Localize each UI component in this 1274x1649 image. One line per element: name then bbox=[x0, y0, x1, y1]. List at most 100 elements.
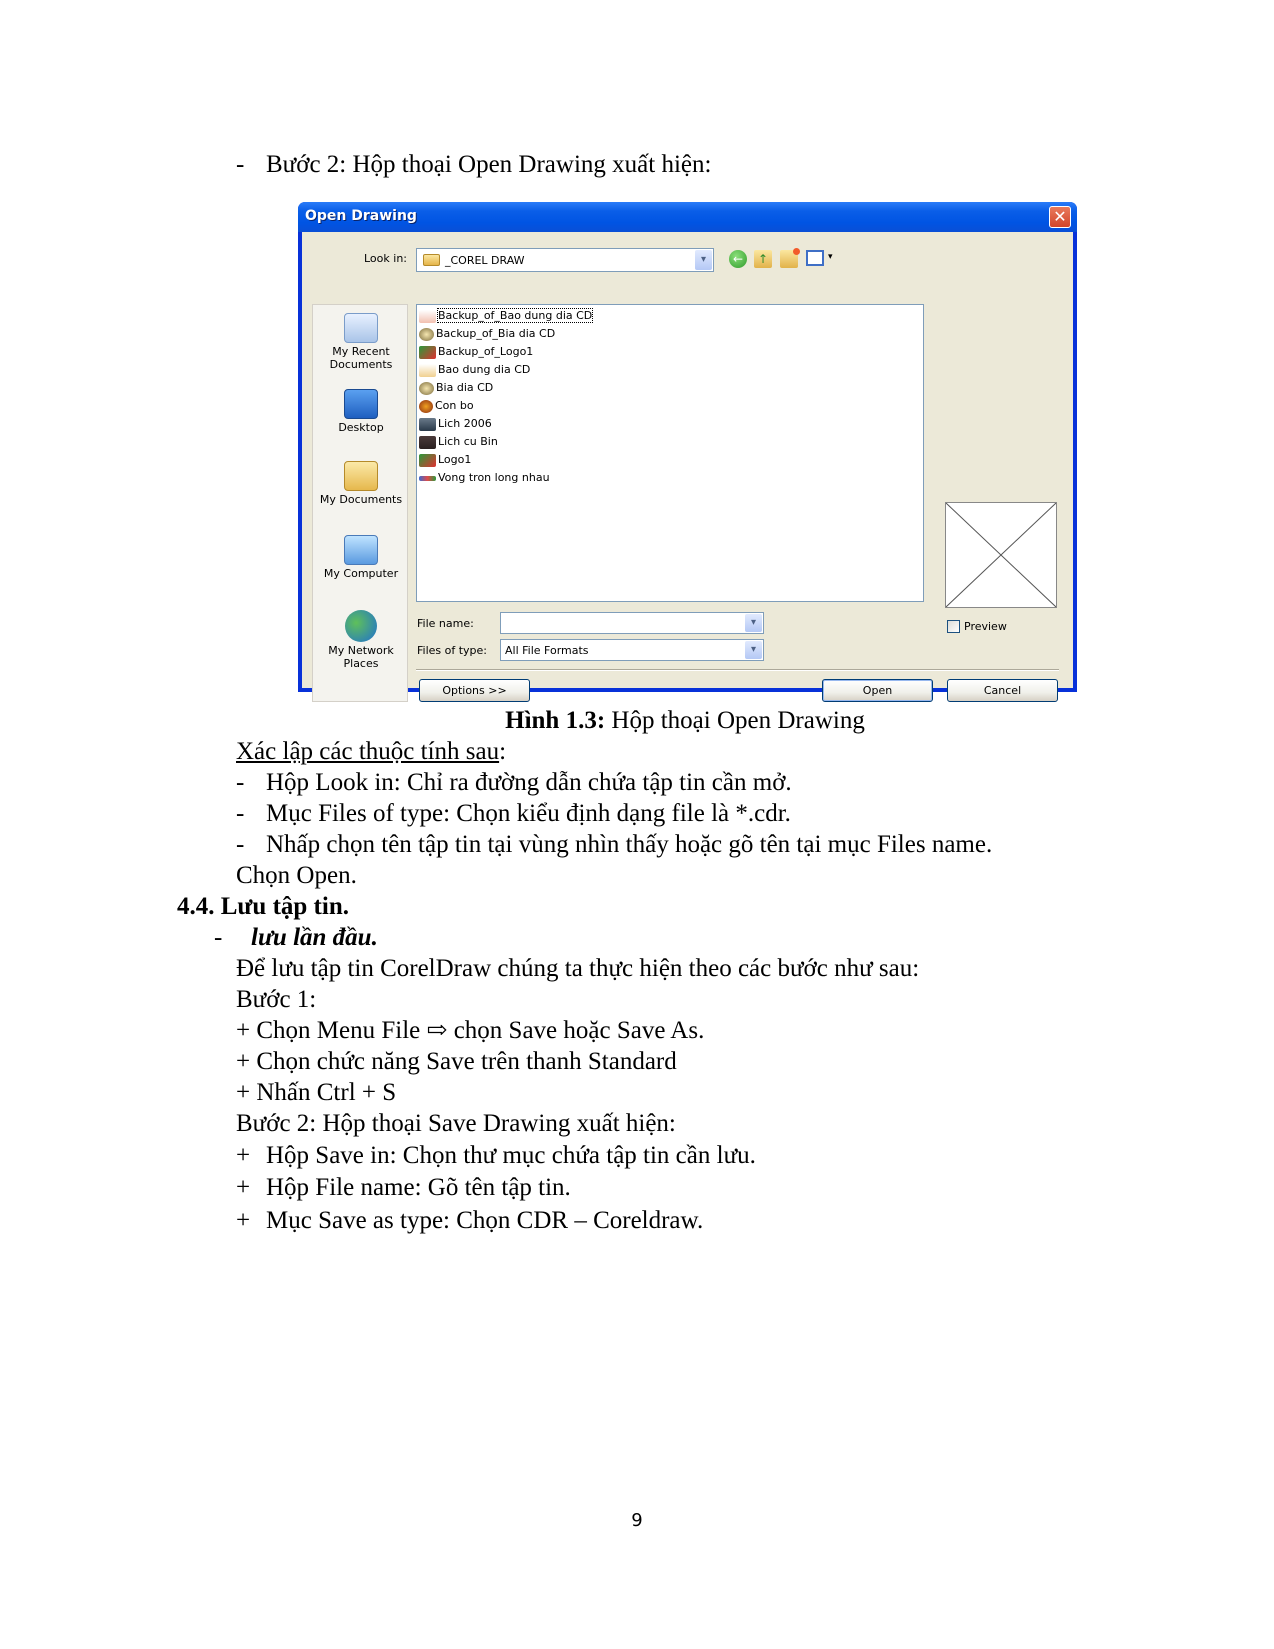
look-in-label: Look in: bbox=[364, 252, 407, 265]
place-label: My Computer bbox=[323, 567, 399, 580]
file-name: Lich cu Bin bbox=[438, 435, 498, 448]
step2-text: Hộp File name: Gõ tên tập tin. bbox=[266, 1174, 571, 1201]
caption-label: Hình 1.3: bbox=[505, 707, 606, 734]
step2-text: Hộp Save in: Chọn thư mục chứa tập tin c… bbox=[266, 1142, 756, 1169]
place-desktop[interactable]: Desktop bbox=[313, 389, 409, 434]
step-2: Bước 2: Hộp thoại Save Drawing xuất hiện… bbox=[236, 1110, 676, 1137]
cdr-file-icon bbox=[419, 475, 436, 481]
bullet-text: Mục Files of type: Chọn kiểu định dạng f… bbox=[266, 800, 791, 827]
file-item[interactable]: Lich cu Bin bbox=[419, 433, 498, 450]
place-recent-documents[interactable]: My Recent Documents bbox=[313, 313, 409, 371]
intro-line: - Bước 2: Hộp thoại Open Drawing xuất hi… bbox=[236, 150, 711, 180]
file-name: Lich 2006 bbox=[438, 417, 492, 430]
step2-item: + Mục Save as type: Chọn CDR – Coreldraw… bbox=[236, 1206, 703, 1236]
subheading-line: - lưu lần đầu. bbox=[214, 923, 378, 953]
file-item[interactable]: Bao dung dia CD bbox=[419, 361, 530, 378]
file-item[interactable]: Logo1 bbox=[419, 451, 471, 468]
file-name: Bia dia CD bbox=[436, 381, 494, 394]
place-network-places[interactable]: My Network Places bbox=[313, 610, 409, 670]
empty-preview-icon bbox=[946, 503, 1056, 607]
file-name: Backup_of_Bia dia CD bbox=[436, 327, 556, 340]
section-heading: 4.4. Lưu tập tin. bbox=[177, 893, 349, 920]
page-number: 9 bbox=[631, 1510, 643, 1531]
bullet-item: - Mục Files of type: Chọn kiểu định dạng… bbox=[236, 799, 791, 829]
open-drawing-dialog: Open Drawing ✕ Look in: _COREL DRAW ▾ ← … bbox=[298, 202, 1077, 702]
chevron-down-icon[interactable]: ▾ bbox=[745, 641, 762, 659]
step1-item: + Chọn Menu File ⇨ chọn Save hoặc Save A… bbox=[236, 1017, 705, 1044]
open-button[interactable]: Open bbox=[822, 679, 933, 702]
setup-heading-line: Xác lập các thuộc tính sau: bbox=[236, 737, 506, 767]
chevron-down-icon[interactable]: ▾ bbox=[695, 250, 712, 270]
look-in-value: _COREL DRAW bbox=[445, 254, 525, 267]
file-name: Vong tron long nhau bbox=[438, 471, 550, 484]
plus-marker: + bbox=[236, 1207, 251, 1234]
subheading: lưu lần đầu. bbox=[251, 924, 378, 951]
options-button[interactable]: Options >> bbox=[419, 679, 530, 702]
preview-checkbox[interactable] bbox=[947, 620, 960, 633]
dialog-title-bar[interactable]: Open Drawing ✕ bbox=[298, 202, 1077, 232]
file-name: Con bo bbox=[435, 399, 474, 412]
plus-marker: + bbox=[236, 1142, 251, 1169]
file-item[interactable]: Backup_of_Logo1 bbox=[419, 343, 533, 360]
file-name-input[interactable]: ▾ bbox=[500, 612, 764, 634]
preview-pane bbox=[945, 502, 1057, 608]
file-item[interactable]: Bia dia CD bbox=[419, 379, 493, 396]
step2-text: Mục Save as type: Chọn CDR – Coreldraw. bbox=[266, 1207, 704, 1234]
step1-item: + Nhấn Ctrl + S bbox=[236, 1079, 397, 1106]
file-item[interactable]: Backup_of_Bia dia CD bbox=[419, 325, 555, 342]
files-of-type-label: Files of type: bbox=[417, 644, 488, 657]
bullet-dash: - bbox=[214, 924, 223, 951]
file-name-label: File name: bbox=[417, 617, 474, 630]
view-menu-arrow-icon[interactable]: ▾ bbox=[828, 252, 833, 262]
view-menu-icon[interactable] bbox=[806, 250, 824, 266]
bullet-item: - Hộp Look in: Chỉ ra đường dẫn chứa tập… bbox=[236, 768, 792, 798]
place-my-documents[interactable]: My Documents bbox=[313, 461, 409, 506]
file-name: Bao dung dia CD bbox=[438, 363, 531, 376]
bullet-dash: - bbox=[236, 831, 245, 858]
file-item[interactable]: Vong tron long nhau bbox=[419, 469, 550, 486]
chevron-down-icon[interactable]: ▾ bbox=[745, 614, 762, 632]
cdr-file-icon bbox=[419, 399, 433, 413]
cdr-file-icon bbox=[419, 453, 436, 467]
bullet-dash: - bbox=[236, 800, 245, 827]
back-icon[interactable]: ← bbox=[729, 250, 747, 268]
step1-item: + Chọn chức năng Save trên thanh Standar… bbox=[236, 1048, 677, 1075]
my-documents-icon bbox=[344, 461, 378, 491]
cdr-file-icon bbox=[419, 417, 436, 431]
step2-item: + Hộp Save in: Chọn thư mục chứa tập tin… bbox=[236, 1141, 756, 1171]
save-intro: Để lưu tập tin CorelDraw chúng ta thực h… bbox=[236, 955, 920, 982]
cdr-file-icon bbox=[419, 345, 436, 359]
place-my-computer[interactable]: My Computer bbox=[313, 535, 409, 580]
step2-item: + Hộp File name: Gõ tên tập tin. bbox=[236, 1173, 571, 1203]
up-folder-icon[interactable]: ↑ bbox=[754, 250, 772, 268]
separator bbox=[416, 669, 1059, 671]
setup-heading: Xác lập các thuộc tính sau bbox=[236, 738, 500, 765]
places-bar: My Recent Documents Desktop My Documents… bbox=[312, 304, 408, 702]
file-list[interactable]: Backup_of_Bao dung dia CD Backup_of_Bia … bbox=[416, 304, 924, 602]
new-folder-icon[interactable] bbox=[780, 248, 800, 268]
bullet-dash: - bbox=[236, 151, 245, 178]
caption-text: Hộp thoại Open Drawing bbox=[605, 707, 865, 734]
bullet-text: Nhấp chọn tên tập tin tại vùng nhìn thấy… bbox=[266, 831, 993, 858]
cdr-file-icon bbox=[419, 363, 436, 377]
network-places-icon bbox=[345, 610, 377, 642]
file-item[interactable]: Lich 2006 bbox=[419, 415, 492, 432]
setup-colon: : bbox=[499, 738, 507, 765]
file-name: Backup_of_Logo1 bbox=[438, 345, 534, 358]
intro-text: Bước 2: Hộp thoại Open Drawing xuất hiện… bbox=[266, 151, 712, 178]
file-item[interactable]: Con bo bbox=[419, 397, 474, 414]
bullet-item: - Nhấp chọn tên tập tin tại vùng nhìn th… bbox=[236, 830, 992, 860]
sparkle-icon bbox=[793, 248, 800, 255]
cdr-file-icon bbox=[419, 381, 434, 395]
close-icon[interactable]: ✕ bbox=[1049, 206, 1071, 228]
look-in-dropdown[interactable]: _COREL DRAW ▾ bbox=[416, 248, 714, 272]
files-of-type-dropdown[interactable]: All File Formats ▾ bbox=[500, 639, 764, 661]
files-of-type-value: All File Formats bbox=[505, 644, 589, 657]
dialog-title: Open Drawing bbox=[305, 208, 417, 224]
file-item[interactable]: Backup_of_Bao dung dia CD bbox=[419, 307, 594, 324]
bullet-dash: - bbox=[236, 769, 245, 796]
preview-label: Preview bbox=[964, 620, 1007, 633]
desktop-icon bbox=[344, 389, 378, 419]
bullet-text: Hộp Look in: Chỉ ra đường dẫn chứa tập t… bbox=[266, 769, 792, 796]
cancel-button[interactable]: Cancel bbox=[947, 679, 1058, 702]
